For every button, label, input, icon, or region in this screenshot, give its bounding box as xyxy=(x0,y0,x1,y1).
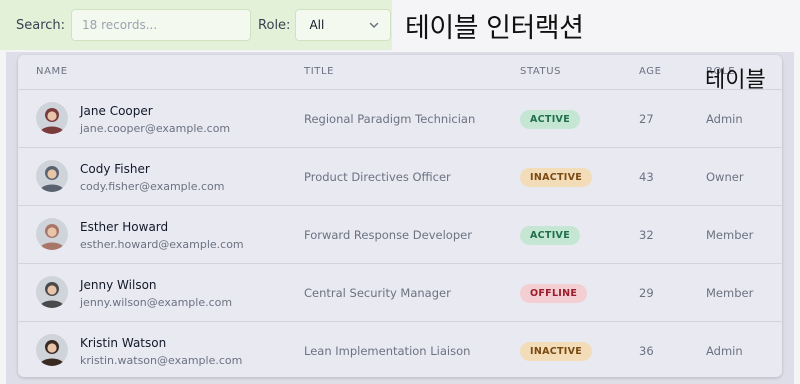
row-title: Lean Implementation Liaison xyxy=(304,344,471,358)
row-role: Owner xyxy=(706,170,744,184)
row-age: 29 xyxy=(639,286,654,300)
row-name: Kristin Watson xyxy=(80,336,167,350)
table-frame: NAME TITLE STATUS AGE ROLE Jane Cooper ja… xyxy=(6,52,794,384)
status-badge: INACTIVE xyxy=(520,342,593,361)
row-email: jenny.wilson@example.com xyxy=(80,296,233,309)
row-title: Central Security Manager xyxy=(304,286,451,300)
users-table: NAME TITLE STATUS AGE ROLE Jane Cooper ja… xyxy=(18,55,782,377)
overlay-title: 테이블 인터랙션 xyxy=(405,13,584,44)
row-email: cody.fisher@example.com xyxy=(80,180,225,193)
search-input[interactable] xyxy=(71,9,252,41)
status-badge: ACTIVE xyxy=(520,110,580,129)
table-row[interactable]: Jenny Wilson jenny.wilson@example.com Cent… xyxy=(18,264,782,322)
row-role: Member xyxy=(706,228,754,242)
row-title: Regional Paradigm Technician xyxy=(304,112,476,126)
row-age: 27 xyxy=(639,112,654,126)
avatar xyxy=(36,102,68,134)
table-row[interactable]: Jane Cooper jane.cooper@example.com Region… xyxy=(18,90,782,148)
row-role: Admin xyxy=(706,112,743,126)
row-name: Esther Howard xyxy=(80,220,169,234)
status-badge: INACTIVE xyxy=(520,168,593,187)
row-age: 32 xyxy=(639,228,654,242)
filter-bar: Search: Role: All xyxy=(0,0,392,50)
status-badge: OFFLINE xyxy=(520,284,588,303)
row-title: Forward Response Developer xyxy=(304,228,472,242)
role-label: Role: xyxy=(258,17,291,33)
row-name: Jane Cooper xyxy=(80,104,153,118)
column-header-status[interactable]: STATUS xyxy=(520,66,561,77)
table-row[interactable]: Esther Howard esther.howard@example.com Fo… xyxy=(18,206,782,264)
role-select[interactable]: All xyxy=(295,9,392,41)
row-name: Cody Fisher xyxy=(80,162,150,176)
row-age: 43 xyxy=(639,170,654,184)
row-email: kristin.watson@example.com xyxy=(80,354,243,367)
avatar xyxy=(36,334,68,366)
chevron-down-icon xyxy=(368,19,380,31)
overlay-label: 테이블 xyxy=(705,68,766,93)
role-select-value: All xyxy=(309,18,325,32)
avatar xyxy=(36,276,68,308)
row-age: 36 xyxy=(639,344,654,358)
status-badge: ACTIVE xyxy=(520,226,580,245)
column-header-age[interactable]: AGE xyxy=(639,66,662,77)
row-email: esther.howard@example.com xyxy=(80,238,244,251)
avatar xyxy=(36,218,68,250)
column-header-name[interactable]: NAME xyxy=(36,66,68,77)
table-row[interactable]: Cody Fisher cody.fisher@example.com Produc… xyxy=(18,148,782,206)
table-body: Jane Cooper jane.cooper@example.com Region… xyxy=(18,90,782,377)
table-row[interactable]: Kristin Watson kristin.watson@example.com… xyxy=(18,322,782,377)
search-label: Search: xyxy=(16,17,66,33)
row-title: Product Directives Officer xyxy=(304,170,451,184)
row-role: Admin xyxy=(706,344,743,358)
column-header-title[interactable]: TITLE xyxy=(304,66,334,77)
avatar xyxy=(36,160,68,192)
row-name: Jenny Wilson xyxy=(80,278,157,292)
row-role: Member xyxy=(706,286,754,300)
row-email: jane.cooper@example.com xyxy=(80,122,231,135)
table-header: NAME TITLE STATUS AGE ROLE xyxy=(18,55,782,90)
